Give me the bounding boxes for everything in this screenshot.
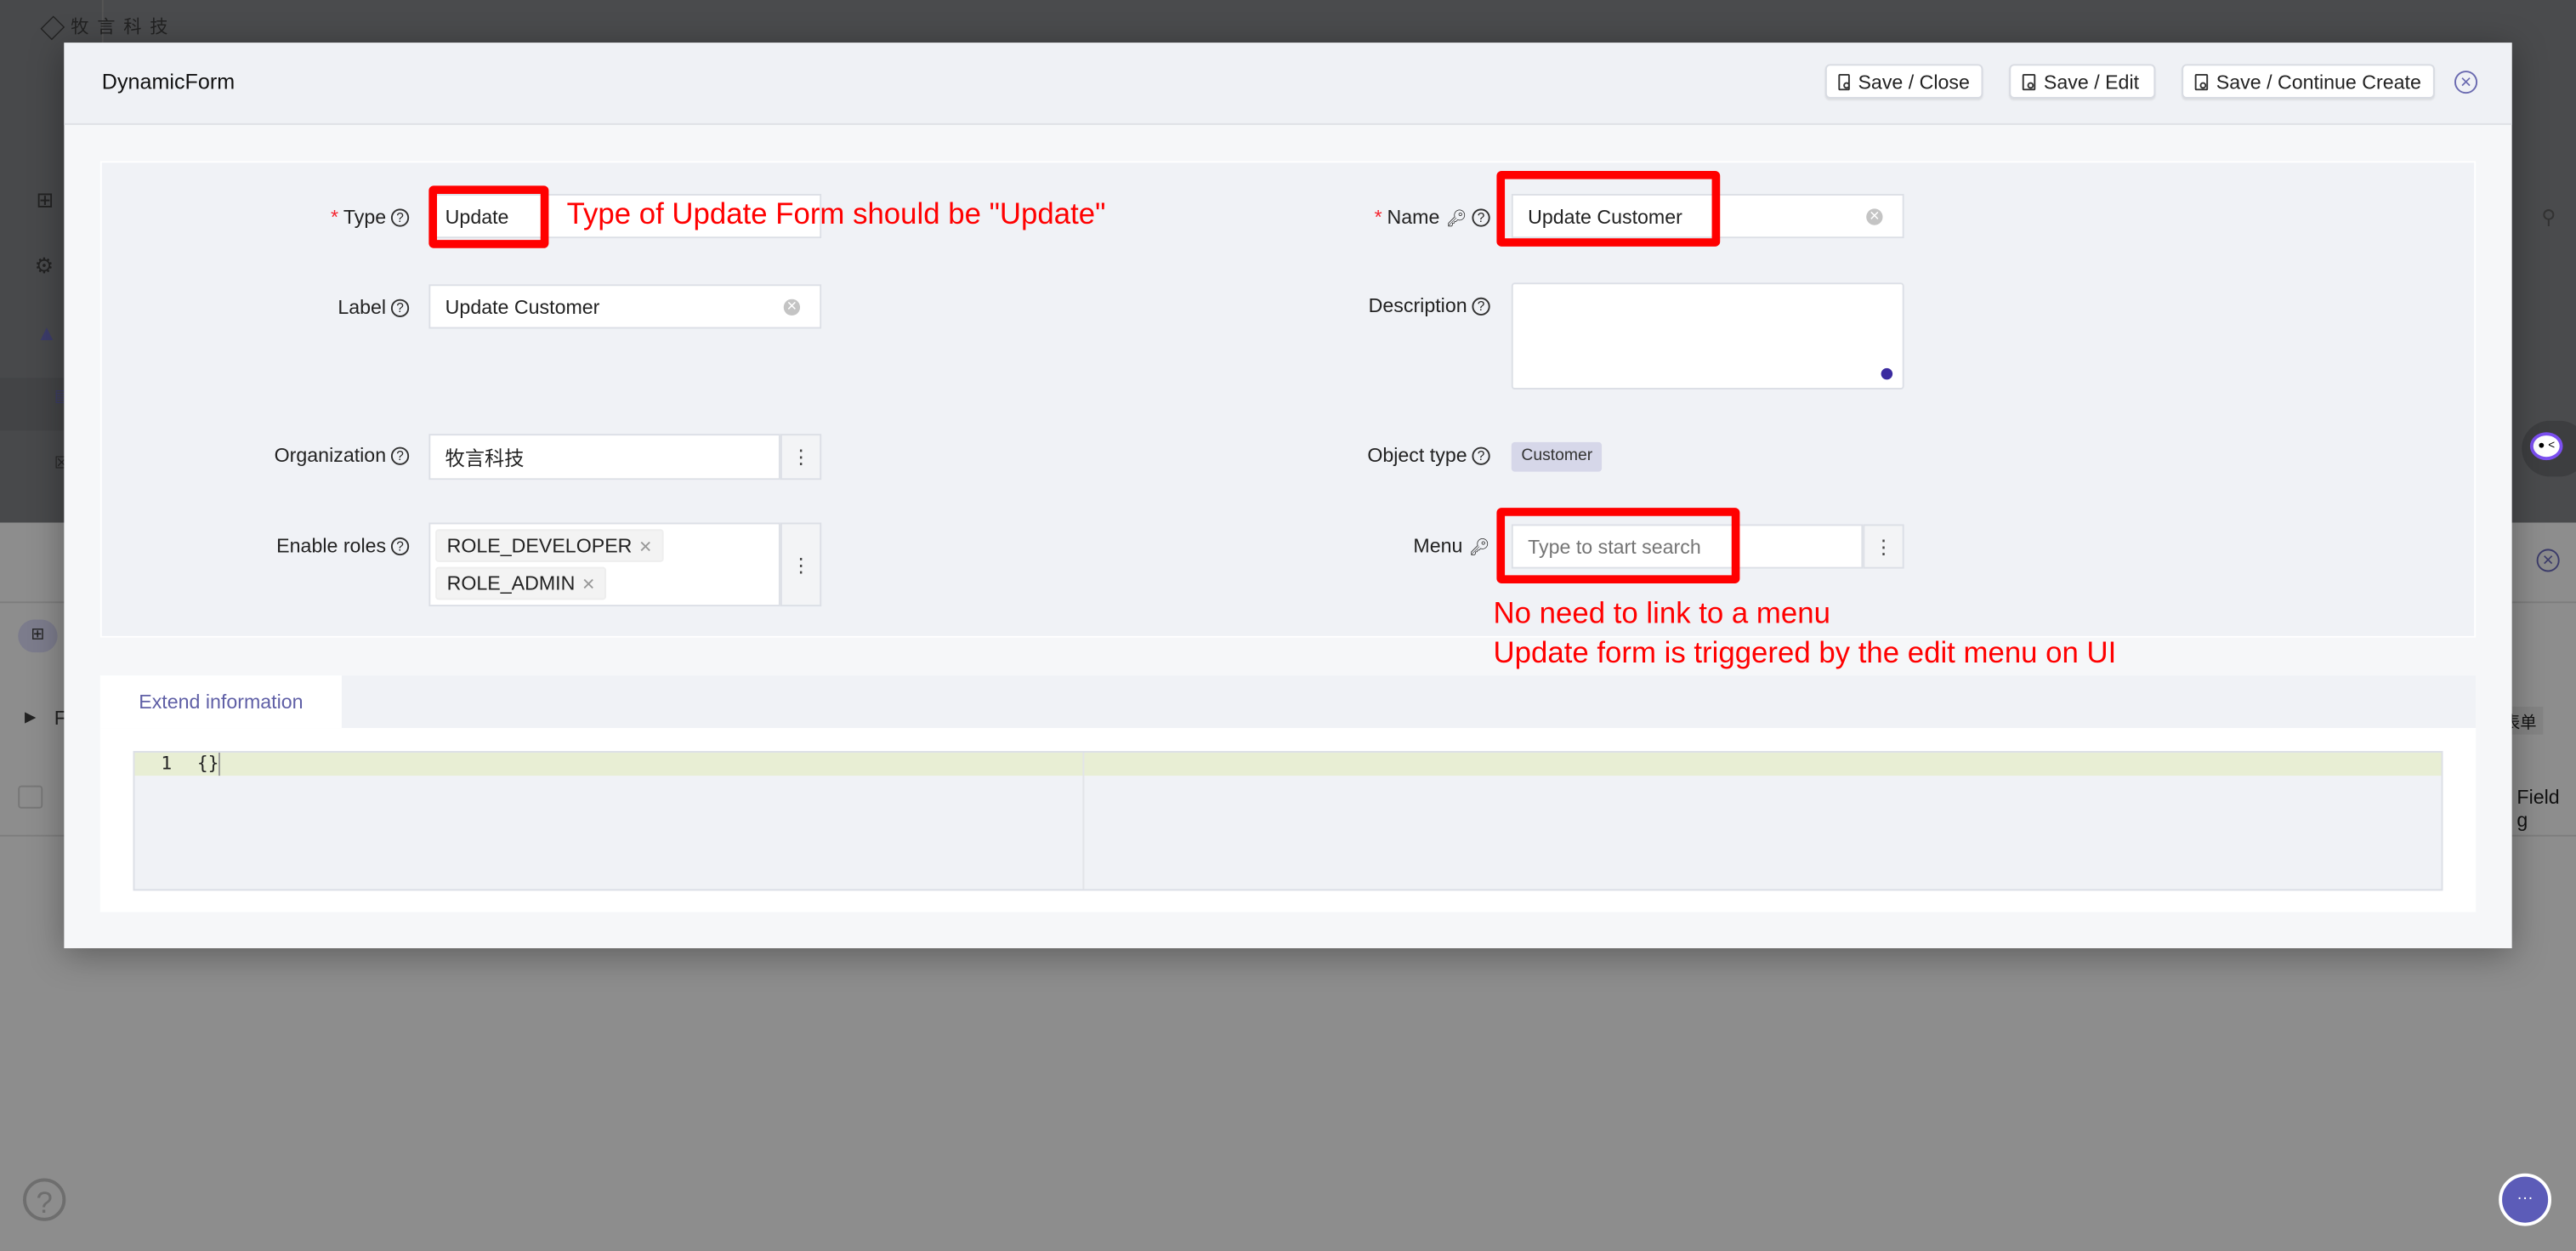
rocket-icon[interactable]: ▲	[37, 321, 58, 345]
json-editor[interactable]: 1 {}	[133, 751, 2443, 891]
background-logo: 牧 言 科 技	[40, 13, 170, 41]
menu-more-button[interactable]: ⋮	[1863, 524, 1904, 569]
label-text: Enable roles	[276, 534, 387, 558]
save-icon	[2022, 72, 2036, 90]
kebab-icon: ⋮	[791, 445, 811, 469]
kebab-icon: ⋮	[1873, 534, 1894, 559]
tabs-panel: Extend information 1 {}	[99, 675, 2477, 913]
search-icon[interactable]: ⚲	[2541, 206, 2556, 229]
role-tag: ROLE_ADMIN ✕	[435, 566, 607, 600]
chat-icon[interactable]: ···	[2499, 1173, 2552, 1226]
grammar-dot-icon	[1881, 367, 1893, 380]
active-line-highlight	[134, 753, 2442, 776]
enable-roles-label: Enable roles?	[81, 534, 410, 558]
label-input[interactable]: Update Customer ✕	[428, 284, 822, 329]
robot-icon[interactable]: ● <	[2529, 432, 2563, 461]
key-icon: 🔑︎	[1469, 538, 1490, 558]
help-icon[interactable]: ?	[23, 1178, 66, 1221]
annotation-box-type	[428, 185, 549, 248]
save-icon	[2194, 72, 2209, 90]
label-text: Description	[1368, 293, 1467, 317]
remove-tag-icon[interactable]: ✕	[638, 539, 652, 557]
tag-label: ROLE_ADMIN	[446, 571, 576, 595]
save-close-button[interactable]: Save / Close	[1824, 64, 1983, 99]
grid-icon[interactable]: ⊞	[37, 187, 54, 213]
help-icon[interactable]: ?	[390, 446, 410, 465]
help-icon[interactable]: ?	[1472, 208, 1490, 227]
label-text: Object type	[1367, 443, 1467, 467]
clear-icon[interactable]: ✕	[1866, 208, 1883, 225]
menu-label: Menu 🔑︎	[1161, 534, 1489, 557]
editor-split	[1082, 753, 1085, 890]
tab-label: Extend information	[139, 690, 304, 714]
object-type-label: Object type?	[1161, 443, 1490, 467]
button-label: Save / Close	[1858, 70, 1970, 94]
tab-bar	[99, 675, 2477, 729]
organization-more-button[interactable]: ⋮	[780, 434, 822, 480]
kebab-icon: ⋮	[791, 553, 811, 577]
name-label: * Name 🔑︎?	[1161, 205, 1490, 229]
label-label: Label?	[81, 295, 410, 319]
save-edit-button[interactable]: Save / Edit	[2009, 64, 2156, 99]
role-tag: ROLE_DEVELOPER ✕	[435, 529, 664, 562]
tag-label: ROLE_DEVELOPER	[446, 534, 633, 558]
description-textarea[interactable]	[1511, 282, 1904, 390]
help-icon[interactable]: ?	[390, 537, 410, 556]
expand-triangle-icon[interactable]: ▶	[25, 708, 36, 726]
row-checkbox[interactable]	[18, 785, 43, 809]
modal-close-icon[interactable]: ✕	[2454, 71, 2478, 94]
key-icon: 🔑︎	[1446, 210, 1467, 229]
close-icon[interactable]: ✕	[2536, 549, 2560, 572]
column-header: Field g	[2516, 785, 2560, 832]
label-text: Name	[1387, 205, 1440, 229]
button-label: Save / Edit	[2043, 70, 2140, 94]
save-continue-create-button[interactable]: Save / Continue Create	[2182, 64, 2435, 99]
description-label: Description?	[1161, 293, 1490, 317]
assistant-dock[interactable]: ● <	[2522, 420, 2576, 477]
label-text: Organization	[274, 443, 387, 467]
annotation-box-menu	[1496, 508, 1740, 584]
input-value: Update Customer	[445, 294, 600, 318]
help-icon[interactable]: ?	[1472, 297, 1490, 316]
annotation-type-note: Type of Update Form should be "Update"	[566, 196, 1106, 230]
input-value: 牧言科技	[445, 446, 525, 469]
modal-header: DynamicForm Save / Close Save / Edit Sav…	[64, 43, 2512, 125]
modal-title: DynamicForm	[101, 69, 235, 94]
tab-extend-information[interactable]: Extend information	[99, 675, 342, 729]
dynamic-form-modal: DynamicForm Save / Close Save / Edit Sav…	[64, 43, 2512, 948]
annotation-box-name	[1496, 170, 1721, 247]
enable-roles-more-button[interactable]: ⋮	[780, 522, 822, 607]
annotation-menu-note-2: Update form is triggered by the edit men…	[1493, 635, 2117, 669]
label-text: Type	[343, 205, 387, 229]
editor-content[interactable]: {}	[197, 753, 221, 776]
enable-roles-input[interactable]: ROLE_DEVELOPER ✕ ROLE_ADMIN ✕	[428, 522, 780, 607]
object-type-chip: Customer	[1511, 441, 1603, 472]
type-label: * Type?	[81, 205, 410, 229]
save-icon	[1838, 72, 1850, 90]
help-icon[interactable]: ?	[1472, 446, 1490, 465]
help-icon[interactable]: ?	[390, 208, 410, 227]
help-icon[interactable]: ?	[390, 299, 410, 317]
label-text: Label	[338, 295, 387, 319]
organization-label: Organization?	[81, 443, 410, 467]
logo-text: 牧 言 科 技	[71, 18, 170, 38]
line-number: 1	[161, 753, 173, 775]
label-text: Menu	[1413, 534, 1463, 558]
annotation-menu-note-1: No need to link to a menu	[1493, 596, 1830, 630]
organization-input[interactable]: 牧言科技	[428, 434, 780, 480]
button-label: Save / Continue Create	[2216, 70, 2421, 94]
add-file-icon[interactable]: ⊞	[18, 619, 58, 653]
clear-icon[interactable]: ✕	[783, 298, 801, 316]
gear-icon[interactable]: ⚙	[35, 253, 54, 280]
remove-tag-icon[interactable]: ✕	[582, 577, 595, 594]
